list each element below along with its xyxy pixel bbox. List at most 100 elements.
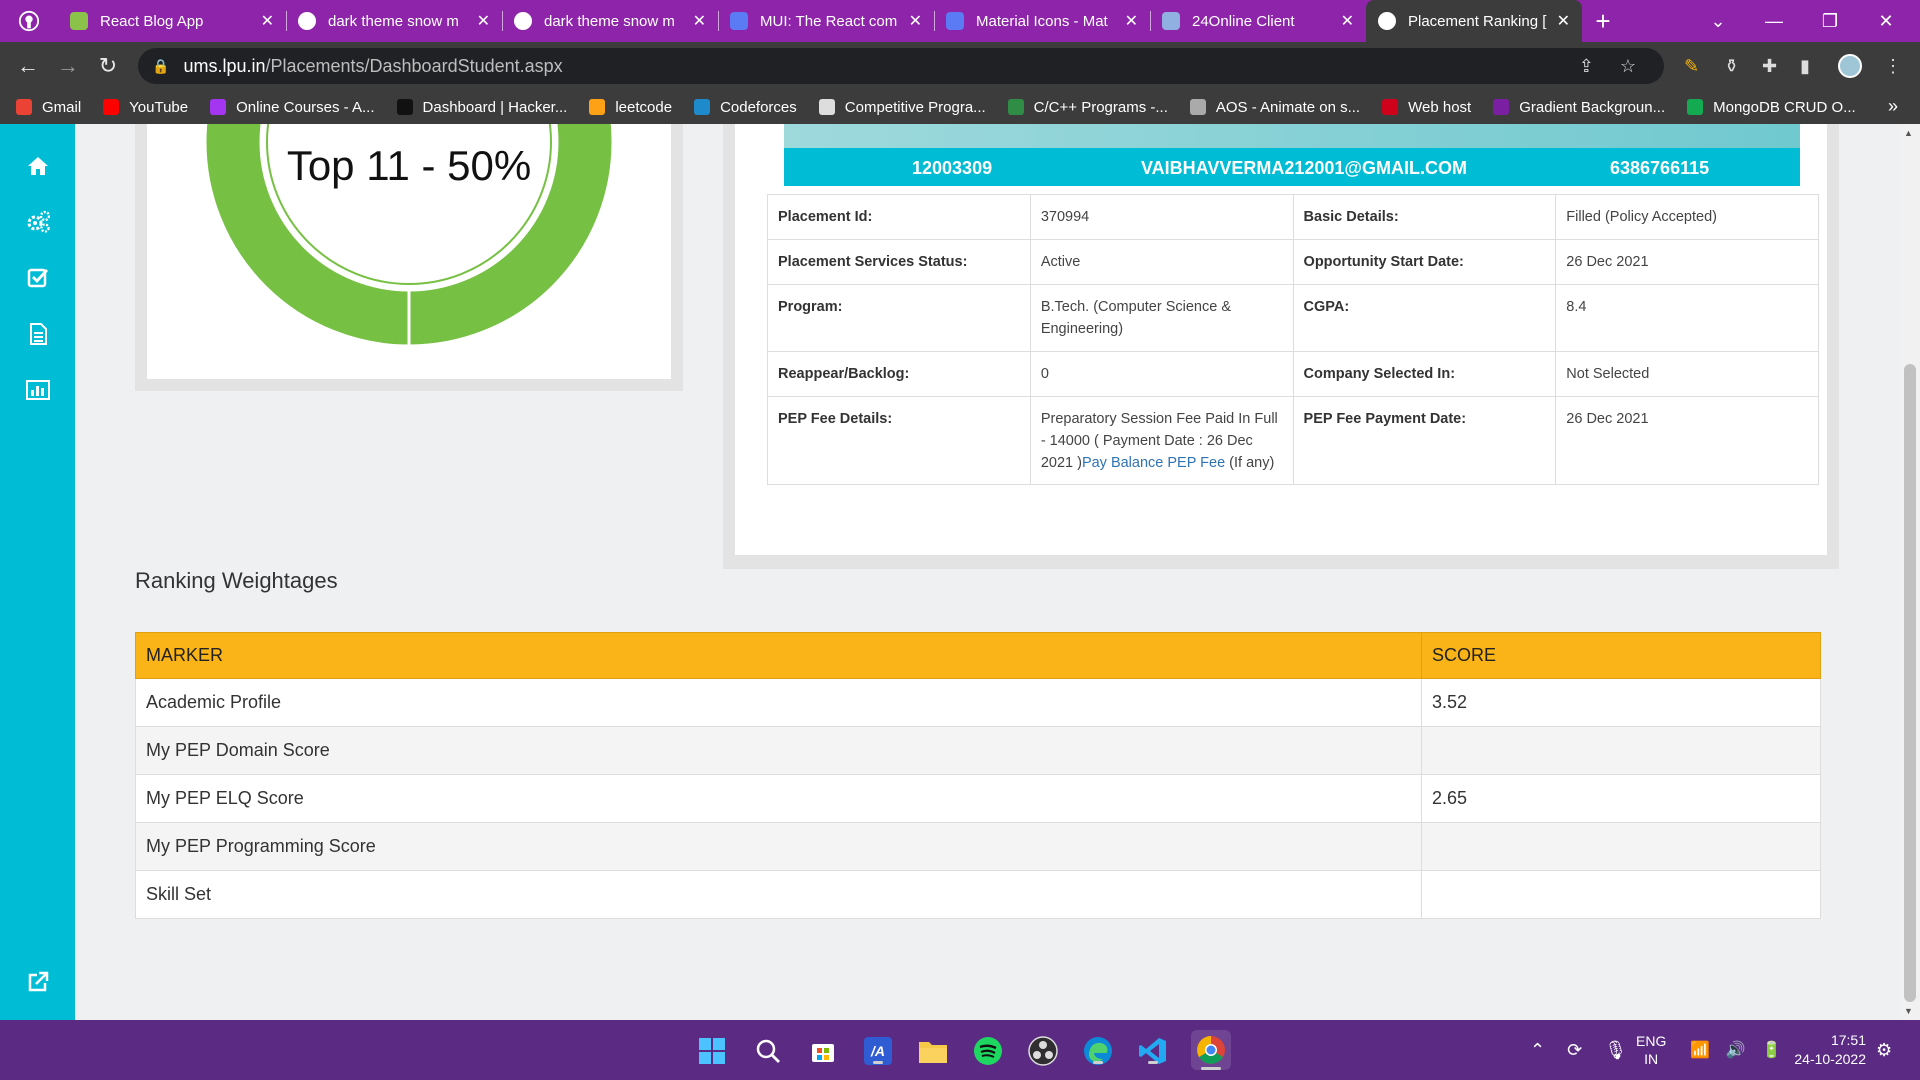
more-bookmarks-icon[interactable]: »	[1888, 96, 1898, 117]
bookmark-label: Gradient Backgroun...	[1519, 98, 1666, 116]
bookmark-item[interactable]: YouTube	[103, 99, 188, 116]
clock[interactable]: 17:51 24-10-2022	[1786, 1020, 1866, 1080]
tab-search-chevron-icon[interactable]: ⌄	[1690, 0, 1746, 42]
close-tab-icon[interactable]: ✕	[477, 11, 490, 31]
table-row: Program: B.Tech. (Computer Science & Eng…	[767, 284, 1819, 352]
browser-tab[interactable]: dark theme snow m ✕	[502, 0, 718, 42]
pay-balance-pep-fee-link[interactable]: Pay Balance PEP Fee	[1082, 455, 1225, 471]
forward-button[interactable]: →	[48, 46, 88, 86]
url-host: ums.lpu.in	[183, 55, 266, 76]
vs-blue-app-icon[interactable]: /A	[861, 1034, 895, 1068]
document-icon[interactable]	[22, 318, 54, 350]
bookmark-item[interactable]: MongoDB CRUD O...	[1687, 99, 1856, 116]
browser-tab[interactable]: dark theme snow m ✕	[286, 0, 502, 42]
battery-icon[interactable]: 🔋	[1762, 1040, 1782, 1060]
close-tab-icon[interactable]: ✕	[693, 11, 706, 31]
marker-cell: My PEP Domain Score	[135, 726, 1422, 775]
marker-cell: My PEP Programming Score	[135, 822, 1422, 871]
close-tab-icon[interactable]: ✕	[261, 11, 274, 31]
microsoft-store-icon[interactable]	[806, 1034, 840, 1068]
notification-settings-icon[interactable]: ⚙	[1876, 1020, 1892, 1080]
bookmark-item[interactable]: C/C++ Programs -...	[1007, 99, 1168, 116]
opp-start-value: 26 Dec 2021	[1555, 239, 1819, 285]
cgpa-value: 8.4	[1555, 284, 1819, 352]
close-window-button[interactable]: ✕	[1858, 0, 1914, 42]
company-value: Not Selected	[1555, 351, 1819, 397]
close-tab-icon[interactable]: ✕	[909, 11, 922, 31]
bookmark-item[interactable]: Online Courses - A...	[210, 99, 375, 116]
external-link-icon[interactable]	[22, 966, 54, 998]
bookmark-item[interactable]: Web host	[1382, 99, 1471, 116]
github-icon[interactable]	[0, 0, 58, 42]
language-code: ENG	[1636, 1033, 1667, 1049]
bookmark-label: leetcode	[615, 98, 673, 116]
bookmark-item[interactable]: Codeforces	[694, 99, 797, 116]
back-button[interactable]: ←	[8, 46, 48, 86]
bookmark-item[interactable]: AOS - Animate on s...	[1189, 99, 1360, 116]
scroll-up-arrow-icon[interactable]: ▲	[1904, 128, 1913, 138]
extension-pen-icon[interactable]: ✎	[1684, 48, 1699, 84]
gradient-icon	[1493, 99, 1510, 115]
volume-icon[interactable]: 🔊	[1726, 1040, 1746, 1060]
page-scrollbar[interactable]: ▲ ▼	[1900, 124, 1920, 1020]
gmail-icon	[16, 99, 32, 115]
search-icon[interactable]	[751, 1034, 785, 1068]
extension-bottle-icon[interactable]: ⚱	[1724, 48, 1739, 84]
maximize-button[interactable]: ❐	[1802, 0, 1858, 42]
score-cell: 3.52	[1421, 678, 1821, 727]
chrome-menu-icon[interactable]: ⋮	[1884, 48, 1902, 84]
obs-studio-icon[interactable]	[1026, 1034, 1060, 1068]
program-value: B.Tech. (Computer Science & Engineering)	[1029, 284, 1294, 352]
home-icon[interactable]	[22, 150, 54, 182]
close-tab-icon[interactable]: ✕	[1125, 11, 1138, 31]
spotify-icon[interactable]	[971, 1034, 1005, 1068]
bookmark-item[interactable]: Competitive Progra...	[818, 99, 986, 116]
microphone-icon[interactable]: 🎙	[1604, 1040, 1627, 1061]
browser-tab[interactable]: React Blog App ✕	[58, 0, 286, 42]
gears-icon[interactable]	[22, 206, 54, 238]
side-panel-icon[interactable]: ▮	[1800, 48, 1810, 84]
vscode-icon[interactable]	[1136, 1034, 1170, 1068]
checkbox-icon[interactable]	[22, 262, 54, 294]
bookmark-item[interactable]: Gmail	[16, 99, 81, 116]
new-tab-button[interactable]: +	[1582, 0, 1624, 42]
wifi-icon[interactable]: 📶	[1690, 1040, 1710, 1060]
edge-browser-icon[interactable]	[1081, 1034, 1115, 1068]
udemy-icon	[210, 99, 227, 115]
browser-tab[interactable]: Placement Ranking [ ✕	[1366, 0, 1582, 42]
tray-sync-icon[interactable]: ⟳	[1567, 1040, 1582, 1061]
scrollbar-thumb[interactable]	[1904, 364, 1916, 1002]
marker-column-header: MARKER	[135, 632, 1422, 679]
bookmark-item[interactable]: Gradient Backgroun...	[1493, 99, 1665, 116]
minimize-button[interactable]: —	[1746, 0, 1802, 42]
leetcode-icon	[589, 99, 606, 115]
lock-icon[interactable]: 🔒	[152, 58, 169, 75]
browser-tab[interactable]: MUI: The React com ✕	[718, 0, 934, 42]
bookmark-star-icon[interactable]: ☆	[1620, 56, 1636, 77]
share-icon[interactable]: ⇪	[1579, 56, 1594, 77]
reload-button[interactable]: ↻	[88, 46, 128, 86]
browser-tab[interactable]: Material Icons - Mat ✕	[934, 0, 1150, 42]
scroll-down-arrow-icon[interactable]: ▼	[1904, 1006, 1913, 1016]
company-label: Company Selected In:	[1292, 351, 1557, 397]
extensions-puzzle-icon[interactable]: ✚	[1762, 48, 1777, 84]
close-tab-icon[interactable]: ✕	[1557, 11, 1570, 31]
windows-start-icon[interactable]	[695, 1034, 729, 1068]
mui-icon	[730, 12, 748, 30]
hackerrank-icon	[396, 99, 413, 115]
react-blog-favicon	[70, 12, 88, 30]
language-indicator[interactable]: ENG IN	[1636, 1020, 1666, 1080]
table-row: Placement Id: 370994 Basic Details: Fill…	[767, 194, 1819, 240]
bookmark-item[interactable]: Dashboard | Hacker...	[396, 99, 567, 116]
tray-chevron-icon[interactable]: ⌃	[1530, 1040, 1545, 1061]
score-cell	[1421, 870, 1821, 919]
browser-tab[interactable]: 24Online Client ✕	[1150, 0, 1366, 42]
bar-chart-icon[interactable]	[22, 374, 54, 406]
file-explorer-icon[interactable]	[916, 1034, 950, 1068]
tab-title: Placement Ranking [	[1408, 12, 1547, 30]
bookmark-item[interactable]: leetcode	[589, 99, 672, 116]
profile-avatar[interactable]	[1838, 48, 1862, 84]
address-bar[interactable]: 🔒 ums.lpu.in/Placements/DashboardStudent…	[138, 48, 1664, 84]
chrome-taskbar-icon[interactable]	[1191, 1030, 1231, 1070]
close-tab-icon[interactable]: ✕	[1341, 11, 1354, 31]
